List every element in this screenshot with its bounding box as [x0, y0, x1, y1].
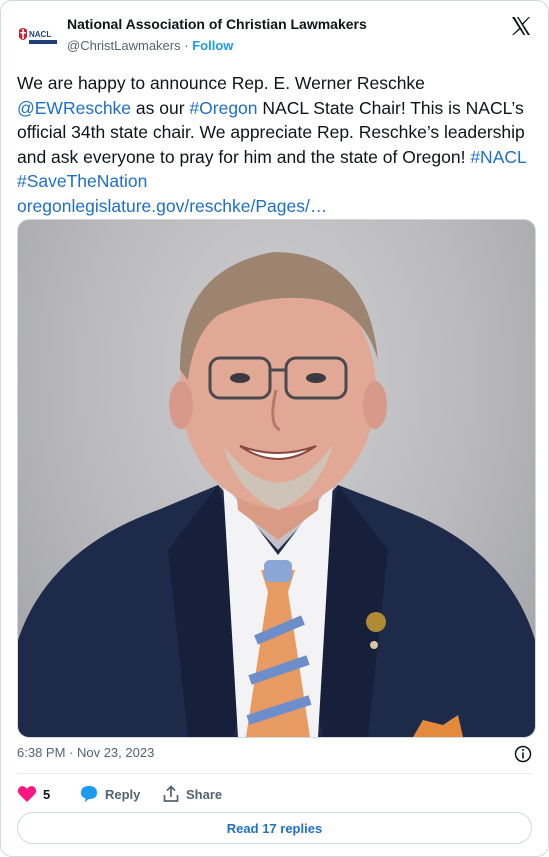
reply-bubble-icon [81, 786, 97, 802]
heart-icon [17, 786, 37, 802]
info-icon[interactable] [514, 745, 532, 763]
tweet-timestamp[interactable]: 6:38 PM · Nov 23, 2023 [17, 745, 154, 760]
tweet-card: NACL National Association of Christian L… [0, 0, 549, 857]
handle-separator: · [184, 38, 189, 53]
x-logo-icon[interactable] [510, 15, 532, 37]
tweet-text: We are happy to announce Rep. E. Werner … [17, 71, 537, 218]
divider [17, 773, 532, 774]
share-label: Share [186, 786, 223, 802]
tweet-photo[interactable] [17, 219, 536, 738]
hashtag-oregon-link[interactable]: #Oregon [189, 98, 257, 118]
share-button[interactable]: Share [162, 783, 222, 805]
tweet-text-part: as our [131, 97, 190, 118]
like-count: 5 [43, 786, 51, 802]
like-button[interactable]: 5 [17, 783, 50, 805]
handle-row: @ChristLawmakers · Follow [67, 38, 367, 53]
logo-text: NACL [29, 30, 51, 39]
external-url-link[interactable]: oregonlegislature.gov/reschke/Pages/… [17, 196, 327, 216]
author-handle[interactable]: @ChristLawmakers [67, 38, 181, 53]
author-display-name[interactable]: National Association of Christian Lawmak… [67, 16, 367, 32]
reply-label: Reply [105, 786, 141, 802]
share-icon [163, 785, 179, 802]
author-block: National Association of Christian Lawmak… [67, 16, 367, 53]
read-replies-button[interactable]: Read 17 replies [17, 812, 532, 844]
nacl-logo-avatar[interactable]: NACL [17, 25, 61, 49]
hashtag-nacl-link[interactable]: #NACL [470, 147, 526, 167]
action-bar: 5 Reply Share [17, 783, 532, 805]
follow-button[interactable]: Follow [192, 38, 233, 53]
timestamp-row: 6:38 PM · Nov 23, 2023 [17, 745, 532, 765]
reply-button[interactable]: Reply [79, 783, 140, 805]
hashtag-savethenation-link[interactable]: #SaveTheNation [17, 171, 147, 191]
tweet-header: NACL National Association of Christian L… [17, 13, 532, 61]
read-replies-label: Read 17 replies [226, 820, 323, 836]
tweet-text-part: We are happy to announce Rep. E. Werner … [17, 73, 425, 93]
mention-link[interactable]: @EWReschke [17, 98, 131, 118]
